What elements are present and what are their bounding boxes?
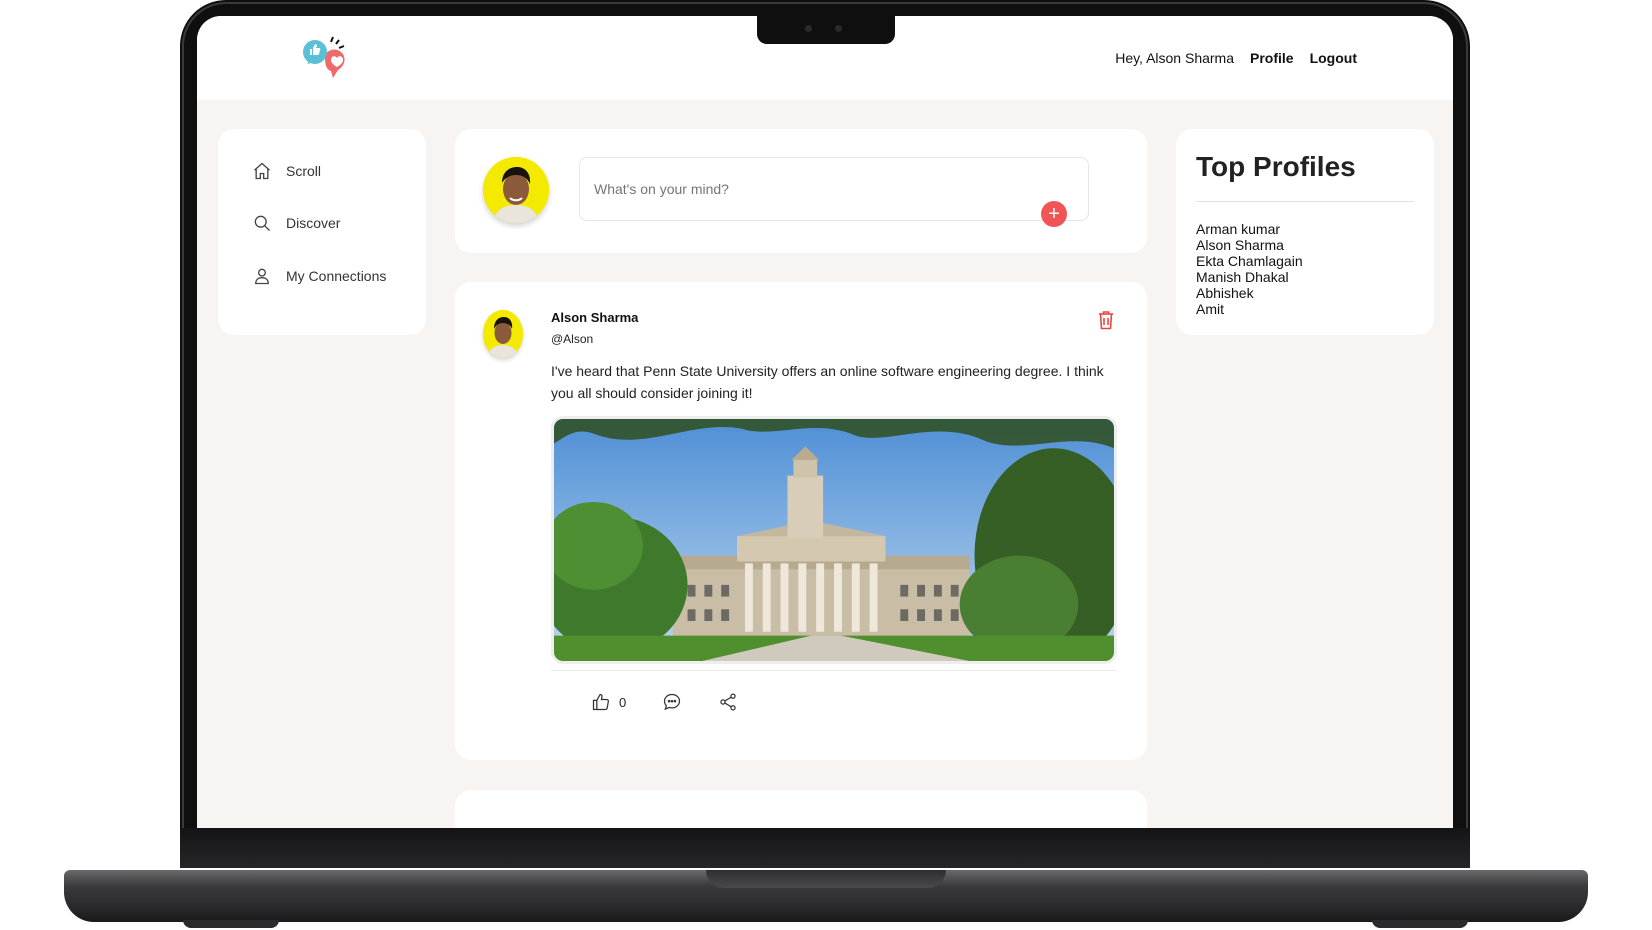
post-actions: 0 — [591, 692, 738, 712]
sidebar-item-label: My Connections — [286, 268, 387, 284]
post-card: Alson Sharma @Alson I've heard that Penn… — [455, 282, 1147, 760]
post-author[interactable]: Alson Sharma — [551, 310, 638, 325]
profile-name[interactable]: Alson Sharma — [1196, 237, 1303, 253]
profile-name[interactable]: Amit — [1196, 301, 1303, 317]
sidebar-item-discover[interactable]: Discover — [252, 213, 340, 233]
post-handle: @Alson — [551, 332, 594, 346]
top-profiles-panel: Top Profiles Arman kumar Alson Sharma Ek… — [1176, 129, 1434, 335]
camera-dot — [835, 25, 842, 32]
post-divider — [551, 670, 1117, 671]
user-icon — [255, 268, 269, 285]
profile-link[interactable]: Profile — [1250, 50, 1294, 66]
top-profiles-divider — [1196, 201, 1414, 202]
sidebar-nav: Scroll Discover My Connections — [218, 129, 426, 335]
laptop-mockup: Hey, Alson Sharma Profile Logout Scroll … — [0, 0, 1652, 930]
profile-name[interactable]: Ekta Chamlagain — [1196, 253, 1303, 269]
camera-dot — [805, 25, 812, 32]
comment-button[interactable] — [662, 692, 682, 712]
search-icon — [254, 215, 270, 231]
whats-on-your-mind-input[interactable] — [579, 157, 1089, 221]
avatar[interactable] — [483, 310, 523, 358]
home-icon — [254, 162, 270, 180]
sidebar-item-scroll[interactable]: Scroll — [252, 161, 321, 181]
campus-building-photo — [554, 419, 1114, 661]
profile-name[interactable]: Abhishek — [1196, 285, 1303, 301]
avatar-photo — [483, 310, 523, 358]
next-post-card — [455, 790, 1147, 828]
top-nav: Hey, Alson Sharma Profile Logout — [1115, 50, 1357, 66]
post-composer: + — [455, 129, 1147, 253]
top-profiles-list: Arman kumar Alson Sharma Ekta Chamlagain… — [1196, 221, 1303, 317]
avatar-photo — [483, 157, 549, 223]
logout-link[interactable]: Logout — [1310, 50, 1357, 66]
plus-icon: + — [1048, 203, 1060, 225]
sidebar-item-label: Scroll — [286, 163, 322, 179]
share-button[interactable] — [718, 692, 738, 712]
like-button[interactable]: 0 — [591, 692, 626, 712]
app-screen: Hey, Alson Sharma Profile Logout Scroll … — [197, 16, 1453, 828]
avatar[interactable] — [483, 157, 549, 223]
sidebar-item-label: Discover — [286, 215, 341, 231]
comment-icon — [664, 693, 681, 711]
camera-notch — [757, 16, 895, 44]
sidebar-item-my-connections[interactable]: My Connections — [252, 266, 386, 286]
share-icon — [720, 693, 736, 711]
greeting-text: Hey, Alson Sharma — [1115, 50, 1234, 66]
thumbs-up-icon — [592, 693, 609, 711]
trash-icon[interactable] — [1097, 310, 1115, 330]
laptop-base-notch — [706, 870, 946, 888]
laptop-foot-right — [1372, 920, 1468, 928]
laptop-chin — [180, 828, 1470, 868]
like-count: 0 — [619, 694, 627, 710]
laptop-foot-left — [183, 920, 279, 928]
chat-like-heart-logo-icon[interactable] — [301, 36, 353, 82]
profile-name[interactable]: Arman kumar — [1196, 221, 1303, 237]
post-image[interactable] — [551, 416, 1117, 664]
post-text: I've heard that Penn State University of… — [551, 363, 1104, 401]
add-post-button[interactable]: + — [1041, 201, 1067, 227]
top-profiles-title: Top Profiles — [1196, 151, 1356, 182]
profile-name[interactable]: Manish Dhakal — [1196, 269, 1303, 285]
